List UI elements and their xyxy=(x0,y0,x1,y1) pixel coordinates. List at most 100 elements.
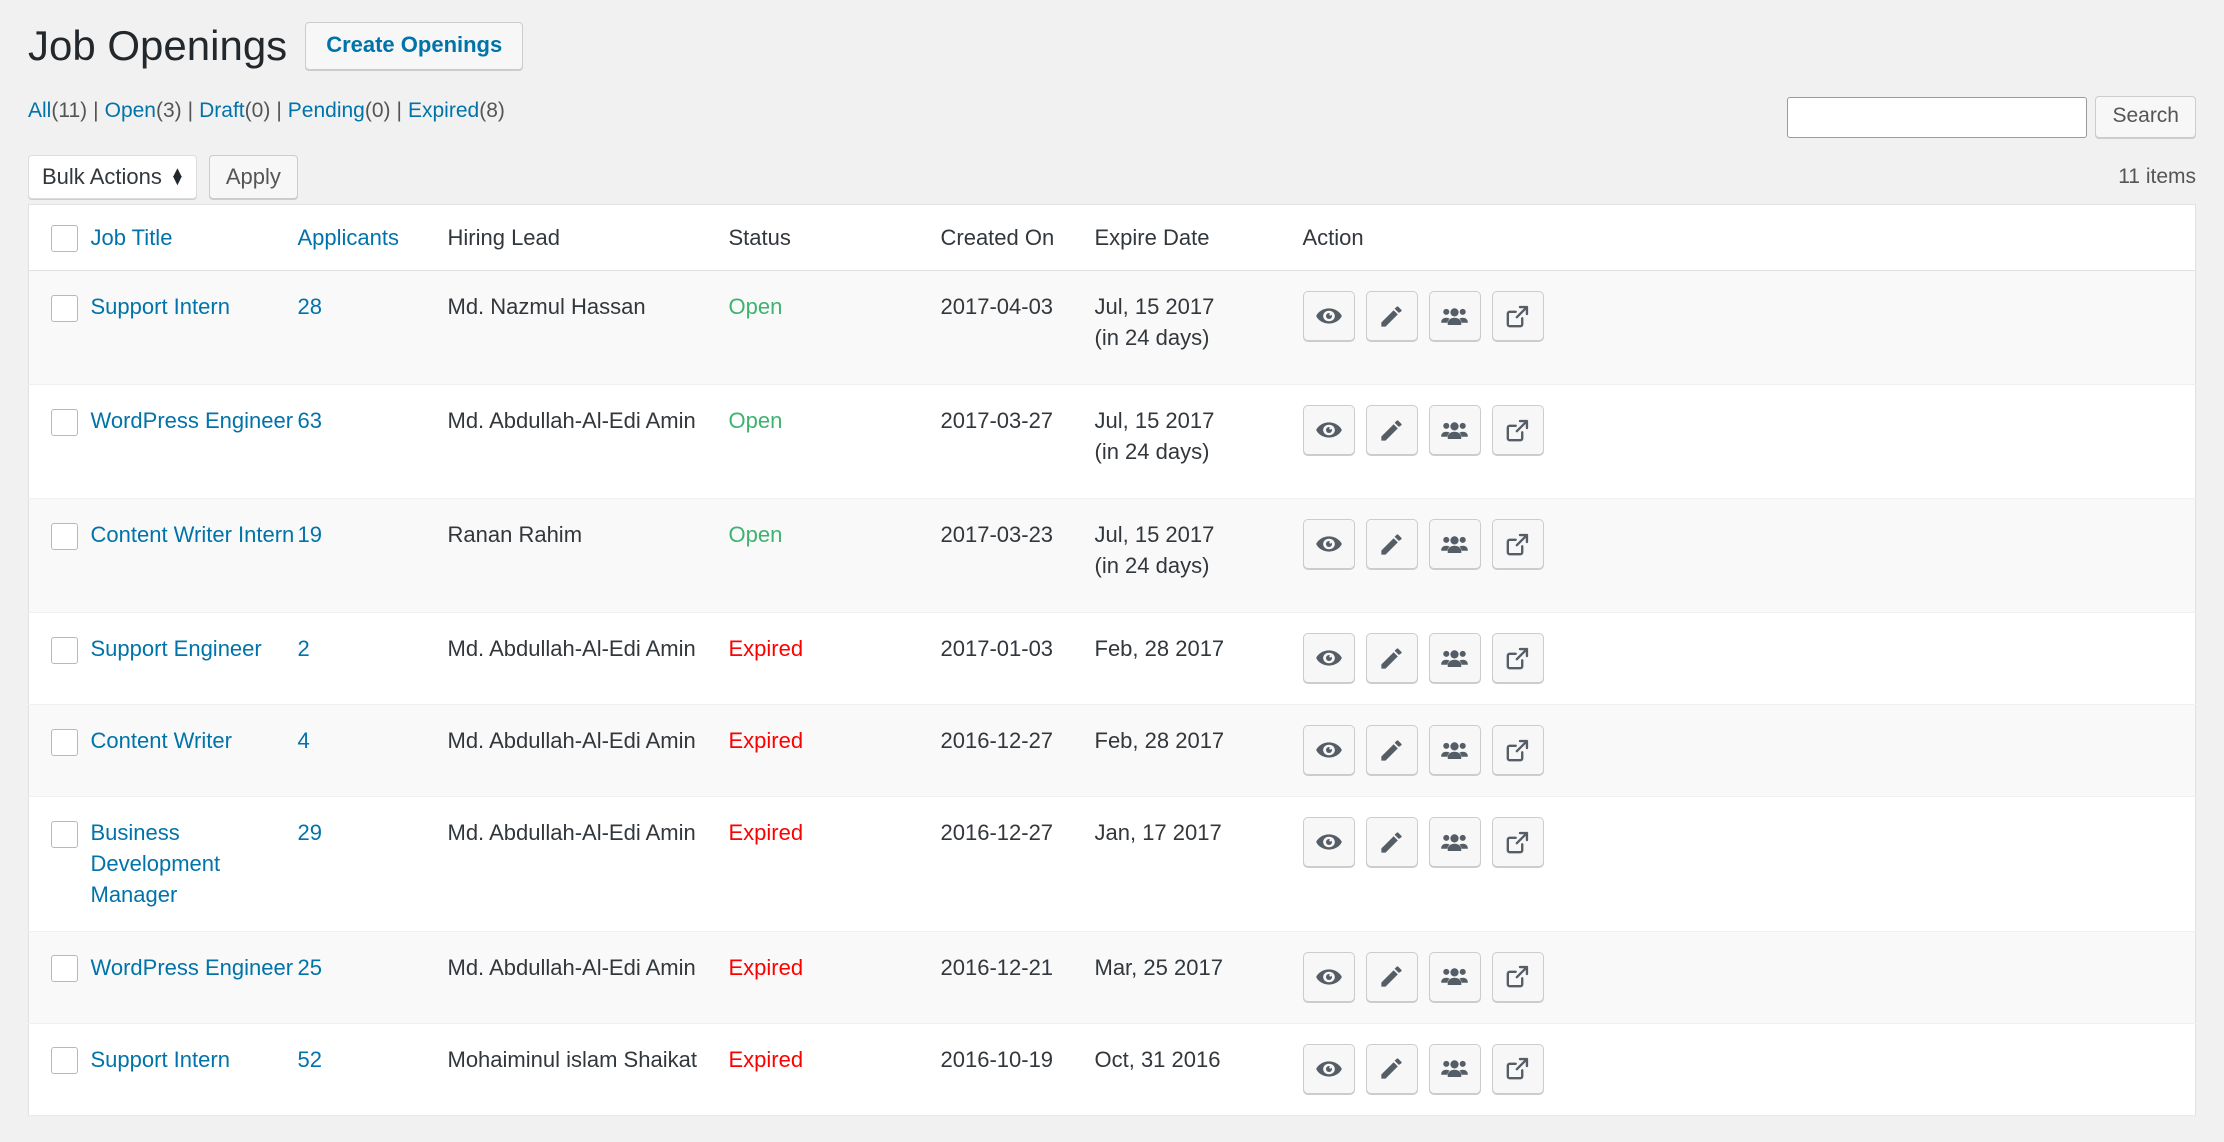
admin-page-wrap: Job Openings Create Openings All (11) | Op… xyxy=(0,0,2224,1116)
page-header: Job Openings Create Openings xyxy=(28,0,2196,71)
action-external-link-button[interactable] xyxy=(1491,291,1544,341)
table-nav-top: Bulk Actions ▲ ▼ Apply 11 items xyxy=(28,150,2196,204)
cell-applicants: 63 xyxy=(297,384,448,499)
table-row: Business Development Manager 29 Md. Abdull… xyxy=(28,796,2196,932)
action-users-button[interactable] xyxy=(1428,633,1481,683)
row-select-checkbox[interactable] xyxy=(51,408,78,436)
job-title-link[interactable]: Support Intern xyxy=(91,1047,230,1072)
status-badge: Expired xyxy=(728,636,804,661)
action-pencil-button[interactable] xyxy=(1365,951,1418,1002)
job-title-link[interactable]: Support Intern xyxy=(91,294,230,319)
applicants-count-link[interactable]: 25 xyxy=(298,955,322,980)
status-filter-link-draft[interactable]: Draft xyxy=(199,96,245,125)
action-eye-button[interactable] xyxy=(1302,405,1355,455)
status-filter-link-all[interactable]: All xyxy=(28,96,51,125)
applicants-count-link[interactable]: 29 xyxy=(298,820,322,845)
column-header-label-created: Created On xyxy=(940,224,1055,250)
pencil-icon xyxy=(1378,829,1405,856)
action-users-button[interactable] xyxy=(1428,951,1481,1002)
eye-icon xyxy=(1315,736,1343,764)
row-select-checkbox[interactable] xyxy=(51,522,78,550)
pencil-icon xyxy=(1378,737,1405,764)
bulk-actions-select[interactable]: Bulk Actions ▲ ▼ xyxy=(28,155,197,199)
action-external-link-button[interactable] xyxy=(1491,951,1544,1002)
select-all-header xyxy=(28,204,91,271)
status-filter-link-open[interactable]: Open xyxy=(105,96,156,125)
create-openings-button[interactable]: Create Openings xyxy=(305,21,524,71)
status-filter-open: Open (3) | xyxy=(105,96,200,125)
action-external-link-button[interactable] xyxy=(1491,725,1544,775)
job-title-link[interactable]: WordPress Engineer xyxy=(91,408,294,433)
applicants-count-link[interactable]: 28 xyxy=(298,294,322,319)
action-external-link-button[interactable] xyxy=(1491,519,1544,569)
action-eye-button[interactable] xyxy=(1302,633,1355,683)
action-eye-button[interactable] xyxy=(1302,725,1355,775)
cell-created-on: 2016-10-19 xyxy=(940,1022,1095,1116)
status-filter-list: All (11) | Open (3) | Draft (0) | Pending (0) |… xyxy=(28,96,505,125)
cell-expire-date: Feb, 28 2017 xyxy=(1094,612,1303,705)
applicants-count-link[interactable]: 63 xyxy=(298,408,322,433)
action-users-button[interactable] xyxy=(1428,817,1481,867)
status-filter-count-expired: (8) xyxy=(479,99,505,122)
action-pencil-button[interactable] xyxy=(1365,1043,1418,1094)
applicants-count-link[interactable]: 19 xyxy=(298,522,322,547)
action-eye-button[interactable] xyxy=(1302,1043,1355,1094)
action-eye-button[interactable] xyxy=(1302,817,1355,867)
cell-job-title: Support Intern xyxy=(90,1022,298,1116)
applicants-count-link[interactable]: 2 xyxy=(298,636,310,661)
action-pencil-button[interactable] xyxy=(1365,725,1418,775)
action-users-button[interactable] xyxy=(1428,725,1481,775)
search-button[interactable]: Search xyxy=(2095,96,2196,138)
applicants-count-link[interactable]: 52 xyxy=(298,1047,322,1072)
row-select-checkbox[interactable] xyxy=(51,955,78,983)
cell-job-title: Support Intern xyxy=(90,270,298,385)
action-users-button[interactable] xyxy=(1428,405,1481,455)
action-button-group xyxy=(1302,633,2196,683)
expire-date-text: Jan, 17 2017 xyxy=(1094,820,1222,845)
page-title: Job Openings xyxy=(28,21,288,69)
action-external-link-button[interactable] xyxy=(1491,1043,1544,1094)
job-title-link[interactable]: Content Writer Intern xyxy=(91,522,295,547)
pencil-icon xyxy=(1378,645,1405,672)
row-select-checkbox[interactable] xyxy=(51,1047,78,1075)
action-eye-button[interactable] xyxy=(1302,519,1355,569)
table-row: WordPress Engineer 25 Md. Abdullah-Al-Edi … xyxy=(28,930,2196,1024)
action-pencil-button[interactable] xyxy=(1365,633,1418,683)
external-link-icon xyxy=(1504,737,1531,764)
action-pencil-button[interactable] xyxy=(1365,405,1418,455)
action-users-button[interactable] xyxy=(1428,291,1481,341)
status-filter-link-pending[interactable]: Pending xyxy=(288,96,365,125)
action-eye-button[interactable] xyxy=(1302,291,1355,341)
row-select-checkbox[interactable] xyxy=(51,820,78,848)
action-users-button[interactable] xyxy=(1428,519,1481,569)
row-select-checkbox[interactable] xyxy=(51,728,78,756)
search-input[interactable] xyxy=(1787,96,2088,138)
column-sort-link-title[interactable]: Job Title xyxy=(91,225,173,250)
job-title-link[interactable]: Content Writer xyxy=(91,728,232,753)
column-sort-link-appl[interactable]: Applicants xyxy=(298,225,400,250)
action-external-link-button[interactable] xyxy=(1491,817,1544,867)
status-filter-link-expired[interactable]: Expired xyxy=(408,96,479,125)
row-select-checkbox[interactable] xyxy=(51,294,78,322)
action-eye-button[interactable] xyxy=(1302,951,1355,1002)
action-pencil-button[interactable] xyxy=(1365,291,1418,341)
job-title-link[interactable]: WordPress Engineer xyxy=(91,955,294,980)
job-title-link[interactable]: Support Engineer xyxy=(91,636,262,661)
apply-button[interactable]: Apply xyxy=(208,155,298,199)
action-button-group xyxy=(1302,519,2196,569)
status-filter-pending: Pending (0) | xyxy=(288,96,408,125)
action-pencil-button[interactable] xyxy=(1365,519,1418,569)
action-users-button[interactable] xyxy=(1428,1043,1481,1094)
select-all-checkbox[interactable] xyxy=(51,225,78,252)
job-title-link[interactable]: Business Development Manager xyxy=(91,820,221,907)
cell-expire-date: Mar, 25 2017 xyxy=(1094,930,1303,1024)
action-pencil-button[interactable] xyxy=(1365,817,1418,867)
action-external-link-button[interactable] xyxy=(1491,633,1544,683)
external-link-icon xyxy=(1504,531,1531,558)
cell-expire-date: Jul, 15 2017 (in 24 days) xyxy=(1094,384,1303,499)
cell-applicants: 2 xyxy=(297,612,448,705)
users-icon xyxy=(1440,736,1469,765)
row-select-checkbox[interactable] xyxy=(51,636,78,664)
action-external-link-button[interactable] xyxy=(1491,405,1544,455)
applicants-count-link[interactable]: 4 xyxy=(298,728,310,753)
